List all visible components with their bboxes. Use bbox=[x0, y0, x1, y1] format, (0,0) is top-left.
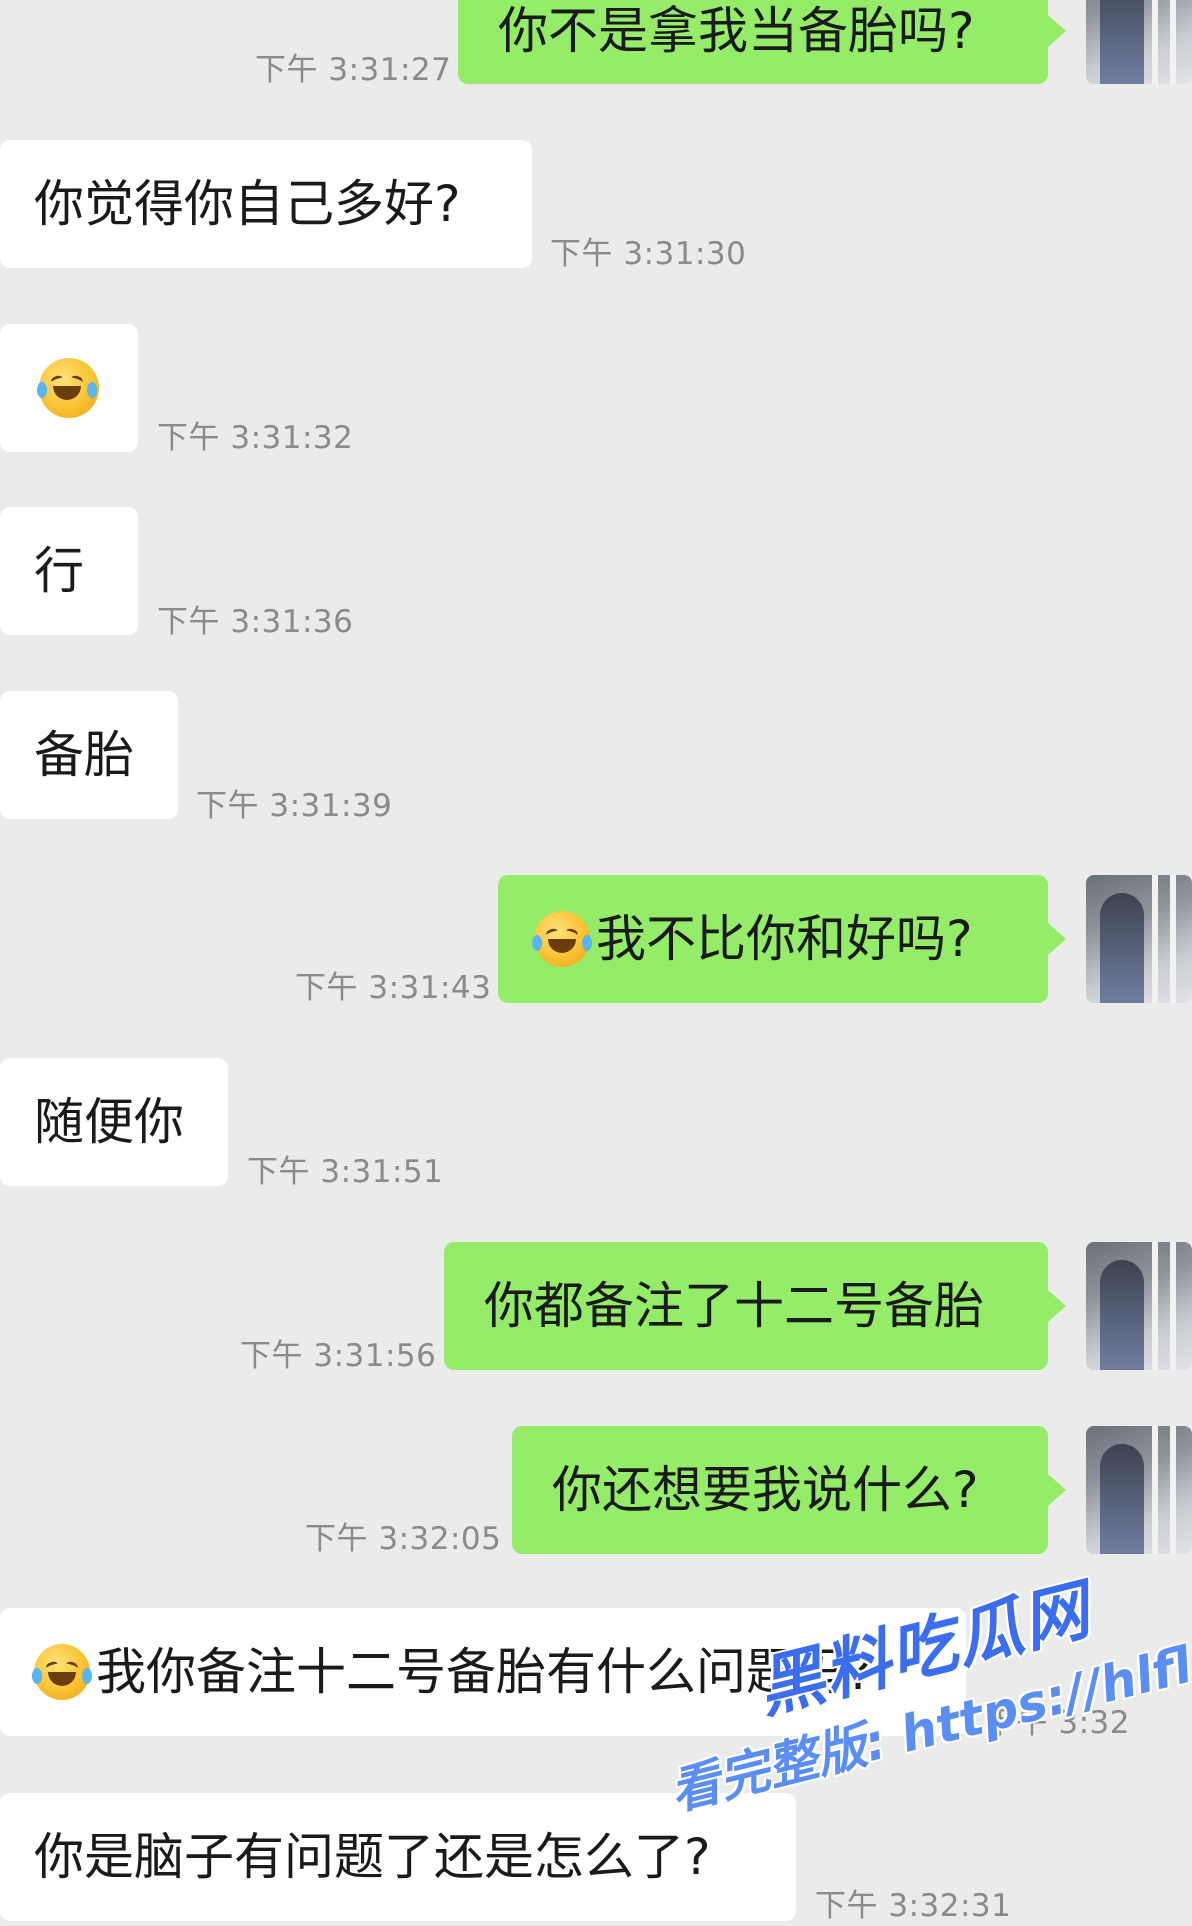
message-timestamp: 下午 3:31:27 bbox=[255, 52, 452, 88]
message-text: 备胎 bbox=[34, 726, 134, 784]
message-bubble-outgoing[interactable]: 我不比你和好吗? bbox=[498, 875, 1066, 1003]
message-timestamp: 下午 3:31:32 bbox=[157, 420, 354, 456]
message-text: 我不比你和好吗? bbox=[596, 910, 973, 968]
message-text: 你都备注了十二号备胎 bbox=[484, 1277, 984, 1335]
crying-laughing-emoji-icon bbox=[37, 358, 99, 418]
message-bubble-incoming[interactable]: 行 bbox=[0, 507, 138, 635]
message-timestamp: 下午 3:31:36 bbox=[157, 604, 354, 640]
message-bubble-outgoing[interactable]: 你还想要我说什么? bbox=[512, 1426, 1066, 1554]
message-timestamp: 下午 3:31:30 bbox=[550, 236, 747, 272]
message-text: 你觉得你自己多好? bbox=[34, 175, 461, 233]
user-avatar[interactable] bbox=[1086, 875, 1192, 1003]
message-text: 随便你 bbox=[34, 1093, 184, 1151]
message-text: 你不是拿我当备胎吗? bbox=[498, 2, 975, 60]
message-text: 你是脑子有问题了还是怎么了? bbox=[34, 1828, 711, 1886]
message-timestamp: 下午 3:32:31 bbox=[815, 1888, 1012, 1924]
message-bubble-incoming[interactable]: 你觉得你自己多好? bbox=[0, 140, 532, 268]
message-timestamp: 下午 3:31:43 bbox=[295, 970, 492, 1006]
message-text: 你还想要我说什么? bbox=[552, 1461, 979, 1519]
message-bubble-incoming[interactable]: 备胎 bbox=[0, 691, 178, 819]
message-bubble-incoming[interactable]: 随便你 bbox=[0, 1058, 228, 1186]
user-avatar[interactable] bbox=[1086, 1426, 1192, 1554]
message-timestamp: 下午 3:31:51 bbox=[247, 1154, 444, 1190]
message-timestamp: 下午 3:32:05 bbox=[305, 1521, 502, 1557]
message-text: 行 bbox=[34, 542, 84, 600]
crying-laughing-emoji-icon bbox=[532, 911, 592, 967]
message-text: 我你备注十二号备胎有什么问题吗? bbox=[96, 1643, 873, 1701]
message-bubble-incoming[interactable]: 我你备注十二号备胎有什么问题吗? bbox=[0, 1608, 966, 1736]
message-timestamp: 下午 3:31:56 bbox=[240, 1338, 437, 1374]
message-bubble-incoming[interactable] bbox=[0, 324, 138, 452]
message-bubble-outgoing[interactable]: 你都备注了十二号备胎 bbox=[444, 1242, 1066, 1370]
message-bubble-outgoing[interactable]: 你不是拿我当备胎吗? bbox=[458, 0, 1066, 84]
message-timestamp: 下午 3:31:39 bbox=[196, 788, 393, 824]
crying-laughing-emoji-icon bbox=[32, 1644, 92, 1700]
chat-message-list: 你不是拿我当备胎吗? 下午 3:31:27 你觉得你自己多好? 下午 3:31:… bbox=[0, 0, 1192, 1926]
message-timestamp: 下午 3:32 bbox=[985, 1705, 1130, 1741]
user-avatar[interactable] bbox=[1086, 1242, 1192, 1370]
user-avatar[interactable] bbox=[1086, 0, 1192, 84]
message-bubble-incoming[interactable]: 你是脑子有问题了还是怎么了? bbox=[0, 1793, 796, 1921]
